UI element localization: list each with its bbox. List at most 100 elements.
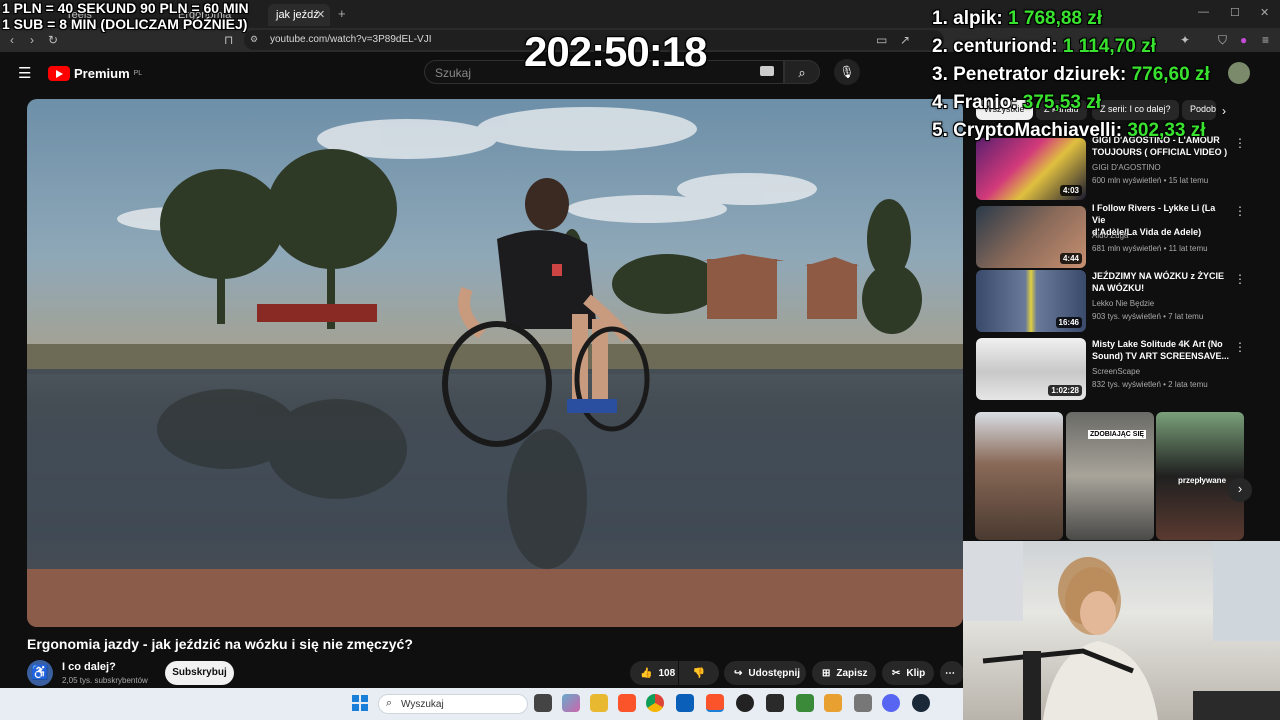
short-thumbnail[interactable] <box>975 412 1063 540</box>
recommendation-meta: 832 tys. wyświetleń • 2 lata temu <box>1092 380 1208 389</box>
close-tab-icon[interactable]: ✕ <box>316 8 325 21</box>
recommendation-channel[interactable]: GIGI D'AGOSTINO <box>1092 163 1161 172</box>
shield-icon[interactable]: ⛉ <box>1218 33 1227 48</box>
video-frame <box>27 107 963 627</box>
recommendation-title[interactable]: JEŹDZIMY NA WÓZKU z ŻYCIE NA WÓZKU! <box>1092 270 1230 294</box>
minimize-window-icon[interactable]: — <box>1198 6 1209 18</box>
app-icon[interactable] <box>796 694 814 712</box>
cast-icon[interactable]: ▭ <box>876 33 887 47</box>
search-button[interactable]: ⌕ <box>784 60 820 84</box>
duration-badge: 4:03 <box>1059 185 1082 196</box>
app-icon[interactable] <box>766 694 784 712</box>
account-avatar[interactable] <box>1228 62 1250 84</box>
hamburger-menu-icon[interactable]: ☰ <box>18 64 31 82</box>
close-window-icon[interactable]: ✕ <box>1260 6 1269 19</box>
title-line: JEŹDZIMY NA WÓZKU z ŻYCIE <box>1092 271 1225 281</box>
more-options-icon[interactable]: ⋮ <box>1234 272 1246 286</box>
chip-related[interactable]: Podobne <box>1182 100 1216 120</box>
more-icon: ⋯ <box>945 667 955 679</box>
vpn-icon[interactable]: ● <box>1240 33 1247 47</box>
bookmark-icon[interactable]: ⊓ <box>224 33 233 47</box>
more-actions-button[interactable]: ⋯ <box>940 661 964 685</box>
chip-next-icon[interactable]: › <box>1222 104 1226 118</box>
video-thumbnail[interactable]: 16:46 <box>976 270 1086 332</box>
store-icon[interactable] <box>676 694 694 712</box>
task-view-icon[interactable] <box>534 694 552 712</box>
more-options-icon[interactable]: ⋮ <box>1234 340 1246 354</box>
new-tab-icon[interactable]: + <box>338 6 346 21</box>
video-thumbnail[interactable]: 1:02:28 <box>976 338 1086 400</box>
clip-button[interactable]: ✂ Klip <box>882 661 934 685</box>
title-line: Sound) TV ART SCREENSAVE... <box>1092 351 1230 361</box>
short-thumbnail[interactable]: ZDOBIAJĄC SIĘ <box>1066 412 1154 540</box>
recommendation-channel[interactable]: ScreenScape <box>1092 367 1140 376</box>
menu-icon[interactable]: ≡ <box>1262 33 1269 47</box>
like-count: 108 <box>658 667 676 679</box>
more-options-icon[interactable]: ⋮ <box>1234 204 1246 218</box>
leaderboard-entry: 3. Penetrator dziurek: 776,60 zł <box>932 64 1210 86</box>
recommendation-channel[interactable]: Aido Zuga <box>1092 231 1128 240</box>
subscribe-button[interactable]: Subskrybuj <box>165 661 234 685</box>
like-button[interactable]: 👍 108 <box>630 661 678 685</box>
brave-active-icon[interactable] <box>706 694 724 712</box>
share-button[interactable]: ↪ Udostępnij <box>724 661 806 685</box>
taskbar-search-input[interactable]: Wyszukaj <box>378 694 528 714</box>
steam-icon[interactable] <box>912 694 930 712</box>
video-thumbnail[interactable]: 4:44 <box>976 206 1086 268</box>
microphone-icon: 🎙 <box>839 65 855 79</box>
windows-start-icon[interactable] <box>352 695 368 711</box>
maximize-window-icon[interactable]: ☐ <box>1230 6 1240 19</box>
webcam-scene <box>963 541 1280 720</box>
short-caption: przepływane <box>1178 476 1227 485</box>
channel-name[interactable]: I co dalej? <box>62 661 116 673</box>
file-explorer-icon[interactable] <box>590 694 608 712</box>
leaderboard-name: 4. Franio: <box>932 92 1018 113</box>
more-options-icon[interactable]: ⋮ <box>1234 136 1246 150</box>
voice-search-button[interactable]: 🎙 <box>834 59 860 85</box>
brave-icon[interactable] <box>618 694 636 712</box>
app-icon[interactable] <box>824 694 842 712</box>
reload-icon[interactable]: ↻ <box>48 33 58 47</box>
duration-badge: 1:02:28 <box>1048 385 1082 396</box>
keyboard-icon[interactable] <box>760 66 774 76</box>
save-label: Zapisz <box>836 667 868 679</box>
back-icon[interactable]: ‹ <box>10 33 14 47</box>
video-thumbnail[interactable]: 4:03 <box>976 138 1086 200</box>
recommendation-title[interactable]: Misty Lake Solitude 4K Art (No Sound) TV … <box>1092 338 1230 362</box>
forward-icon[interactable]: › <box>30 33 34 47</box>
recommendation-channel[interactable]: Lekko Nie Będzie <box>1092 299 1154 308</box>
chrome-icon[interactable] <box>646 694 664 712</box>
recommendation-meta: 903 tys. wyświetleń • 7 lat temu <box>1092 312 1204 321</box>
copilot-icon[interactable] <box>562 694 580 712</box>
dislike-button[interactable]: 👎 <box>679 661 719 685</box>
donation-rate-text: 1 PLN = 40 SEKUND 90 PLN = 60 MIN <box>2 0 249 16</box>
chip-series[interactable]: Z serii: I co dalej? <box>1092 100 1179 120</box>
short-thumbnail[interactable]: przepływane <box>1156 412 1244 540</box>
video-title: Ergonomia jazdy - jak jeździć na wózku i… <box>27 636 413 652</box>
clip-label: Klip <box>906 667 926 679</box>
recommendation-meta: 600 mln wyświetleń • 15 lat temu <box>1092 176 1209 185</box>
title-line: Misty Lake Solitude 4K Art (No <box>1092 339 1223 349</box>
channel-avatar[interactable]: ♿ <box>27 660 53 686</box>
leaderboard-name: 1. alpik: <box>932 8 1003 29</box>
discord-icon[interactable] <box>882 694 900 712</box>
search-icon: ⌕ <box>386 697 393 709</box>
recommendation-meta: 681 mln wyświetleń • 11 lat temu <box>1092 244 1208 253</box>
site-settings-icon[interactable]: ⚙ <box>250 34 258 45</box>
share-page-icon[interactable]: ↗ <box>900 33 910 47</box>
thumbs-up-icon: 👍 <box>640 667 653 679</box>
leaderboard-entry: 4. Franio: 375,53 zł <box>932 92 1101 114</box>
save-button[interactable]: ⊞ Zapisz <box>812 661 876 685</box>
calculator-icon[interactable] <box>854 694 872 712</box>
obs-icon[interactable] <box>736 694 754 712</box>
logo-text: Premium <box>74 65 130 81</box>
subscriber-count: 2,05 tys. subskrybentów <box>62 676 148 685</box>
taskbar-search-placeholder: Wyszukaj <box>401 699 444 710</box>
leaderboard-name: 5. CryptoMachiavelli: <box>932 120 1123 141</box>
video-player[interactable] <box>27 99 963 627</box>
youtube-logo[interactable]: Premium PL <box>48 64 142 82</box>
chevron-right-icon: › <box>1237 481 1243 496</box>
shorts-next-button[interactable]: › <box>1228 478 1252 502</box>
extension-icon[interactable]: ✦ <box>1180 33 1190 47</box>
youtube-play-icon <box>48 65 70 81</box>
